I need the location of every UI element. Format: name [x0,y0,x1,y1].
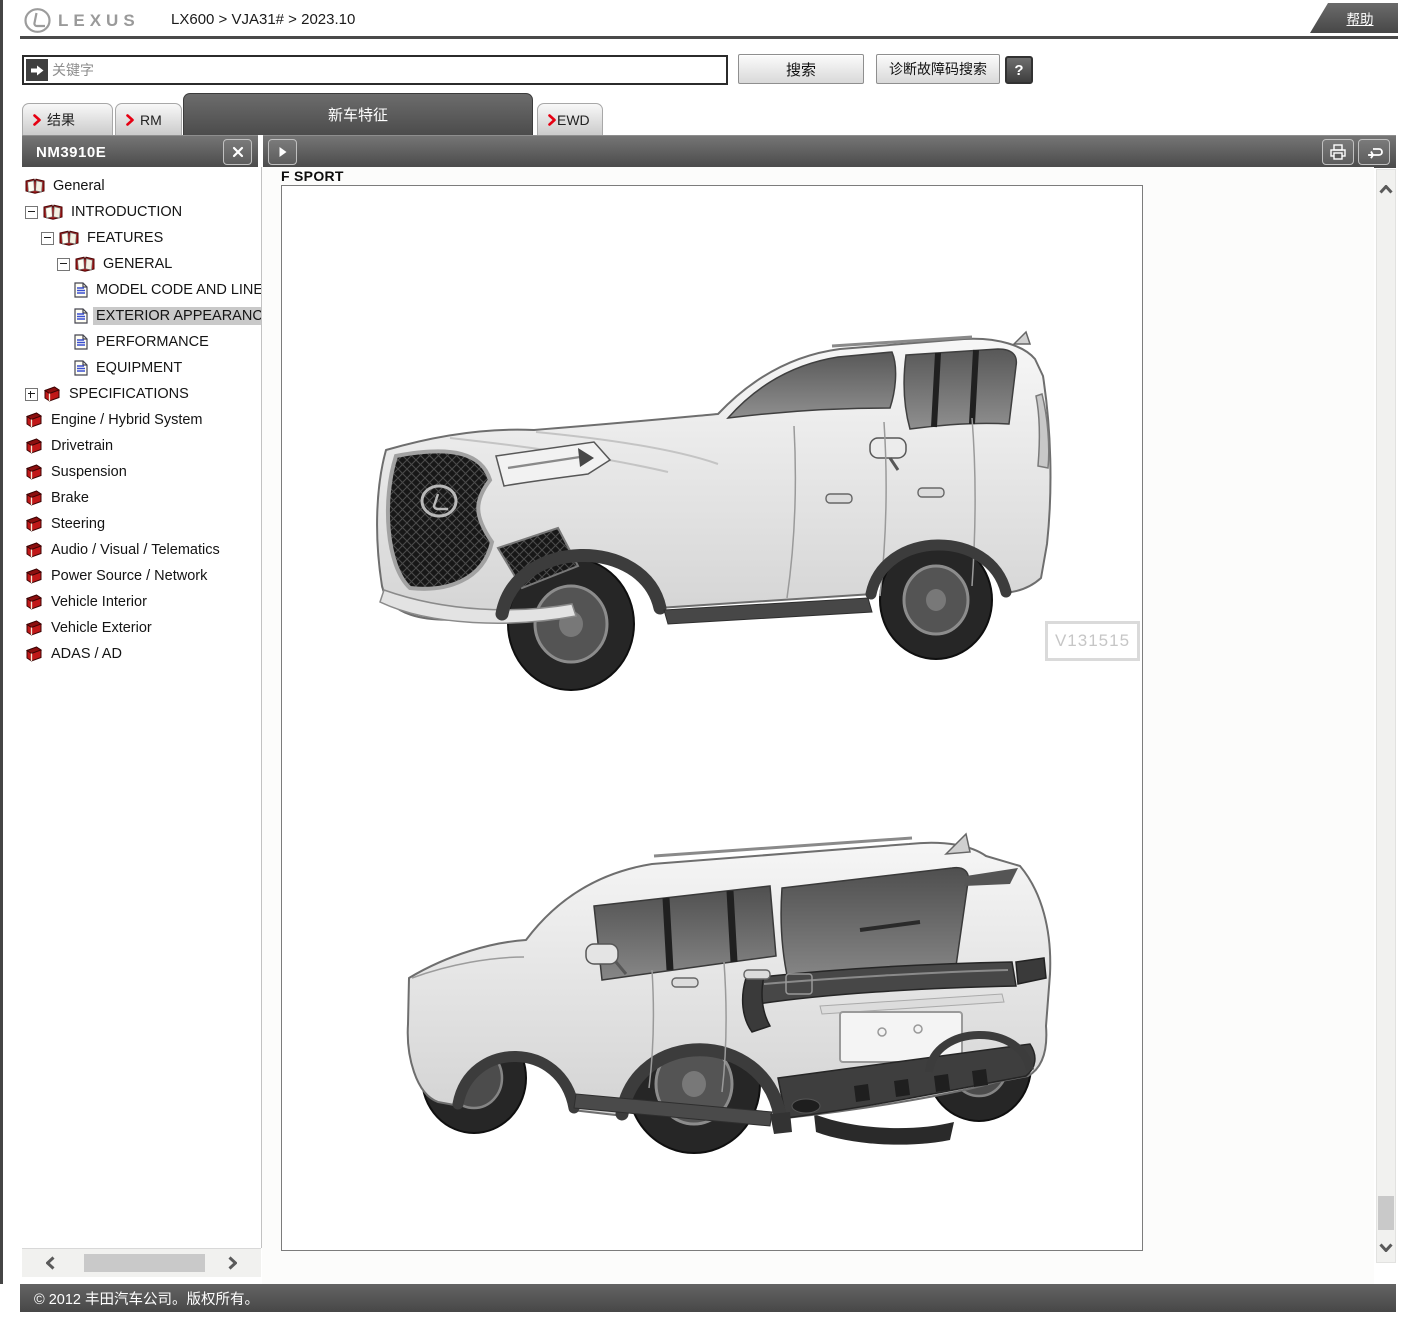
selected-tree-label: EXTERIOR APPEARANCE [93,307,261,325]
tree-item-brake[interactable]: Brake [22,485,261,511]
close-icon[interactable] [223,139,252,165]
print-icon[interactable] [1322,139,1354,165]
tree-item-general[interactable]: General [22,173,261,199]
collapse-expander-icon[interactable] [57,258,70,271]
collapse-expander-icon[interactable] [41,232,54,245]
scroll-right-icon[interactable] [222,1254,242,1272]
search-help-icon[interactable]: ? [1005,56,1033,84]
header-divider [20,36,1398,39]
closed-book-icon [25,412,43,428]
document-icon [74,360,88,376]
copyright-footer: © 2012 丰田汽车公司。版权所有。 [20,1284,1396,1312]
tree-item-features[interactable]: FEATURES [22,225,261,251]
red-chevron-icon [126,114,134,126]
lexus-logo: LEXUS [24,7,140,34]
closed-book-icon [43,386,61,402]
tree-item-performance[interactable]: PERFORMANCE [22,329,261,355]
document-icon [74,282,88,298]
tree-item-engine-hybrid[interactable]: Engine / Hybrid System [22,407,261,433]
sidebar-header-bar: NM3910E [22,135,258,168]
collapse-expander-icon[interactable] [25,206,38,219]
car-front-quarter-illustration [326,298,1066,698]
brand-text: LEXUS [58,11,140,31]
closed-book-icon [25,620,43,636]
document-tree: General INTRODUCTION FEATURES GENERAL MO… [22,167,261,667]
closed-book-icon [25,516,43,532]
tree-item-power-network[interactable]: Power Source / Network [22,563,261,589]
search-button[interactable]: 搜索 [738,54,864,84]
closed-book-icon [25,646,43,662]
document-id: NM3910E [36,144,106,161]
figure-id-badge: V131515 [1045,621,1140,661]
tab-rm[interactable]: RM [115,103,182,135]
expand-panel-icon[interactable] [268,139,297,165]
tree-item-adas[interactable]: ADAS / AD [22,641,261,667]
horizontal-scrollbar-thumb[interactable] [84,1254,205,1272]
tree-item-audio-visual[interactable]: Audio / Visual / Telematics [22,537,261,563]
red-chevron-icon [548,114,556,126]
scroll-up-icon[interactable] [1377,180,1395,198]
top-bar: LEXUS LX600 > VJA31# > 2023.10 帮助 [3,0,1416,36]
closed-book-icon [25,464,43,480]
closed-book-icon [25,568,43,584]
document-icon [74,308,88,324]
content-header-bar [263,135,1396,168]
tree-item-suspension[interactable]: Suspension [22,459,261,485]
tree-item-drivetrain[interactable]: Drivetrain [22,433,261,459]
help-button[interactable]: 帮助 [1310,3,1398,33]
dtc-search-button[interactable]: 诊断故障码搜索 [876,54,1000,84]
open-book-icon [75,256,95,272]
lexus-emblem-icon [24,7,51,34]
vertical-scrollbar-thumb[interactable] [1378,1196,1394,1230]
tree-item-general-sub[interactable]: GENERAL [22,251,261,277]
scroll-left-icon[interactable] [40,1254,60,1272]
open-book-icon [43,204,63,220]
open-book-icon [59,230,79,246]
closed-book-icon [25,542,43,558]
content-vertical-scrollbar[interactable] [1376,169,1396,1263]
tab-ewd[interactable]: EWD [537,103,603,135]
document-icon [74,334,88,350]
figure-title: F SPORT [281,168,344,184]
tree-item-exterior-appearance[interactable]: EXTERIOR APPEARANCE [22,303,261,329]
arrow-right-icon [26,59,48,81]
open-book-icon [25,178,45,194]
tab-results[interactable]: 结果 [22,103,113,135]
closed-book-icon [25,594,43,610]
window-left-border [0,0,3,1284]
tree-item-vehicle-exterior[interactable]: Vehicle Exterior [22,615,261,641]
copyright-text: © 2012 丰田汽车公司。版权所有。 [34,1288,259,1309]
breadcrumb: LX600 > VJA31# > 2023.10 [171,11,355,28]
search-input[interactable] [50,59,726,81]
keyword-search-field[interactable] [22,55,728,85]
scroll-down-icon[interactable] [1377,1238,1395,1256]
tree-item-model-code[interactable]: MODEL CODE AND LINE- [22,277,261,303]
closed-book-icon [25,490,43,506]
sidebar-horizontal-scrollbar[interactable] [22,1248,261,1277]
tree-item-specifications[interactable]: SPECIFICATIONS [22,381,261,407]
tree-item-equipment[interactable]: EQUIPMENT [22,355,261,381]
return-arrow-icon[interactable] [1358,139,1390,165]
car-rear-quarter-illustration [354,726,1104,1176]
closed-book-icon [25,438,43,454]
navigation-sidebar: General INTRODUCTION FEATURES GENERAL MO… [22,167,262,1248]
red-chevron-icon [33,114,41,126]
figure-frame: V131515 [281,185,1143,1251]
tree-item-vehicle-interior[interactable]: Vehicle Interior [22,589,261,615]
expand-expander-icon[interactable] [25,388,38,401]
tree-item-steering[interactable]: Steering [22,511,261,537]
tree-item-introduction[interactable]: INTRODUCTION [22,199,261,225]
tab-new-car-features[interactable]: 新车特征 [183,93,533,135]
